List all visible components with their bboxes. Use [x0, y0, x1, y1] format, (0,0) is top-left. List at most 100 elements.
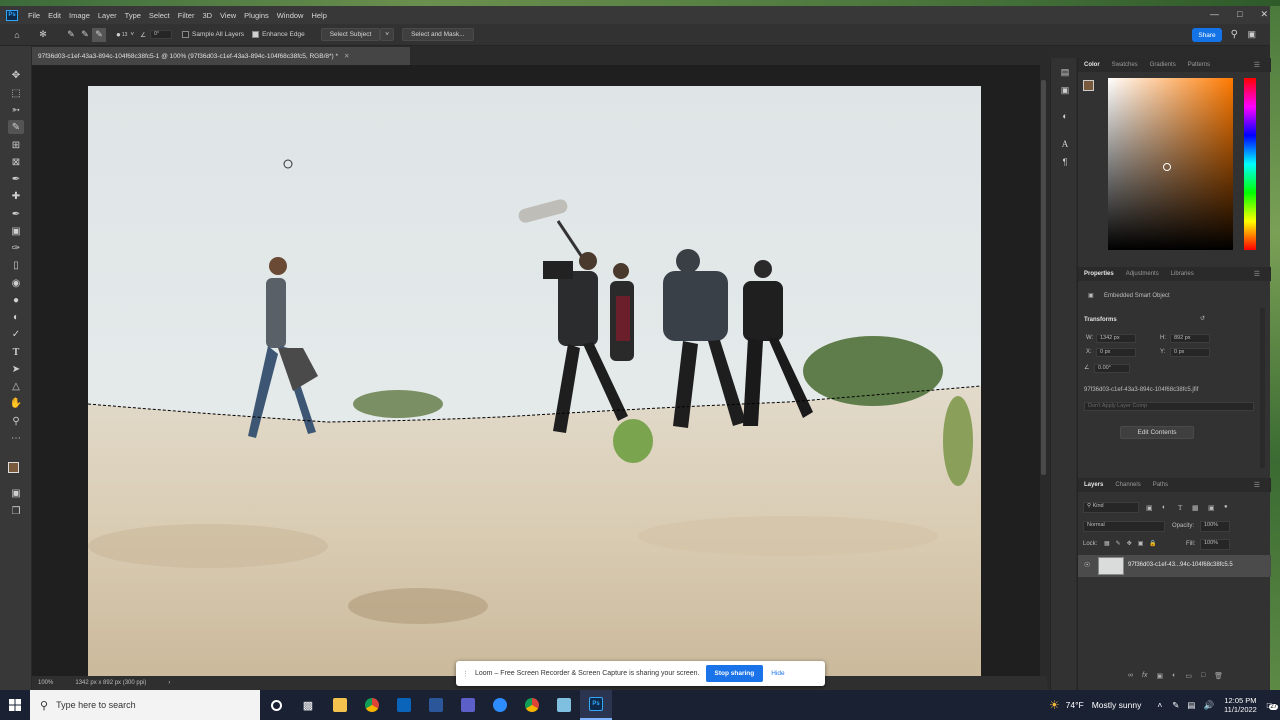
menu-view[interactable]: View	[216, 11, 240, 20]
select-subject-button[interactable]: Select Subject	[320, 28, 381, 41]
paint-bucket-tool-icon[interactable]: ◉	[8, 276, 24, 290]
filter-pixel-icon[interactable]: ▣	[1146, 504, 1153, 512]
task-view-icon[interactable]: ▩	[292, 690, 324, 720]
new-selection-icon[interactable]: ✎	[64, 28, 78, 42]
healing-brush-tool-icon[interactable]: ✚	[8, 189, 24, 203]
enhance-edge-checkbox[interactable]: Enhance Edge	[252, 31, 305, 38]
network-icon[interactable]: ▤	[1187, 700, 1195, 711]
history-brush-tool-icon[interactable]: ✑	[8, 241, 24, 255]
brush-tool-icon[interactable]: ✒	[8, 207, 24, 221]
subtract-from-selection-icon[interactable]: ✎	[92, 27, 106, 42]
tab-color[interactable]: Color	[1078, 62, 1106, 68]
layer-name[interactable]: 97f36d03-c1ef-43...94c-104f68c38fc5.5	[1128, 562, 1233, 568]
color-picker-field[interactable]	[1108, 78, 1233, 250]
tab-channels[interactable]: Channels	[1109, 482, 1146, 488]
weather-text[interactable]: Mostly sunny	[1092, 700, 1142, 710]
taskbar-search-box[interactable]: ⚲ Type here to search	[30, 690, 260, 720]
add-mask-icon[interactable]: ▣	[1156, 672, 1163, 684]
add-to-selection-icon[interactable]: ✎	[78, 28, 92, 42]
foreground-color-swatch[interactable]	[8, 462, 19, 473]
layer-row[interactable]: ☉ 97f36d03-c1ef-43...94c-104f68c38fc5.5	[1078, 555, 1271, 577]
new-group-icon[interactable]: ▭	[1185, 672, 1192, 684]
visibility-eye-icon[interactable]: ☉	[1084, 561, 1090, 569]
brush-size-picker[interactable]: ● 13 ˅	[116, 30, 134, 39]
filter-shape-icon[interactable]: ▦	[1192, 504, 1199, 512]
crop-tool-icon[interactable]: ⊞	[8, 138, 24, 152]
new-layer-icon[interactable]: □	[1201, 672, 1205, 684]
blur-tool-icon[interactable]: ●	[8, 293, 24, 307]
quick-selection-tool-icon[interactable]: ✎	[8, 120, 24, 134]
menu-window[interactable]: Window	[273, 11, 308, 20]
menu-type[interactable]: Type	[121, 11, 145, 20]
menu-layer[interactable]: Layer	[94, 11, 121, 20]
quick-selection-preset-icon[interactable]: ✻	[36, 28, 50, 42]
chrome-icon[interactable]	[356, 690, 388, 720]
menu-select[interactable]: Select	[145, 11, 174, 20]
panel-menu-icon[interactable]: ☰	[1248, 61, 1266, 69]
drag-handle-icon[interactable]: ⋮	[462, 670, 469, 678]
sample-all-layers-checkbox[interactable]: Sample All Layers	[182, 31, 244, 38]
adjustments-panel-icon[interactable]: ◐	[1059, 110, 1071, 122]
panel-menu-icon[interactable]: ☰	[1248, 481, 1266, 489]
filter-type-icon[interactable]: T	[1178, 504, 1182, 512]
teams-icon[interactable]	[452, 690, 484, 720]
tab-swatches[interactable]: Swatches	[1106, 62, 1144, 68]
menu-plugins[interactable]: Plugins	[240, 11, 273, 20]
document-tab[interactable]: 97f36d03-c1ef-43a3-894c-104f68c38fc5-1 @…	[32, 47, 410, 65]
hue-slider[interactable]	[1244, 78, 1256, 250]
blend-mode-select[interactable]: Normal	[1083, 521, 1165, 532]
adjustment-layer-icon[interactable]: ◐	[1172, 672, 1176, 684]
more-tools-icon[interactable]: ⋯	[8, 431, 24, 445]
comments-panel-icon[interactable]: ▣	[1059, 84, 1071, 96]
chevron-right-icon[interactable]: ›	[168, 680, 170, 686]
minimize-icon[interactable]: —	[1210, 9, 1219, 19]
delete-layer-icon[interactable]: 🗑	[1214, 672, 1223, 684]
tab-layers[interactable]: Layers	[1078, 482, 1109, 488]
path-selection-tool-icon[interactable]: ➤	[8, 362, 24, 376]
zoom-level[interactable]: 100%	[38, 680, 53, 686]
panel-menu-icon[interactable]: ☰	[1248, 270, 1266, 278]
menu-file[interactable]: File	[24, 11, 44, 20]
notepad-icon[interactable]	[548, 690, 580, 720]
dodge-tool-icon[interactable]: ◐	[8, 310, 24, 324]
chevron-up-icon[interactable]: ˄	[1157, 700, 1162, 710]
chrome-profile-icon[interactable]	[516, 690, 548, 720]
hand-tool-icon[interactable]: ✋	[8, 396, 24, 410]
move-tool-icon[interactable]: ✥	[8, 68, 24, 82]
tab-paths[interactable]: Paths	[1147, 482, 1174, 488]
menu-image[interactable]: Image	[65, 11, 94, 20]
quick-mask-icon[interactable]: ▣	[8, 486, 24, 500]
properties-scrollbar[interactable]	[1260, 308, 1265, 468]
tab-gradients[interactable]: Gradients	[1144, 62, 1182, 68]
select-and-mask-button[interactable]: Select and Mask...	[402, 28, 474, 41]
history-panel-icon[interactable]: ▤	[1059, 66, 1071, 78]
tab-adjustments[interactable]: Adjustments	[1120, 271, 1165, 277]
workspace-icon[interactable]: ▣	[1247, 29, 1256, 40]
word-icon[interactable]	[420, 690, 452, 720]
weather-temp[interactable]: 74°F	[1066, 700, 1084, 710]
zoom-app-icon[interactable]	[484, 690, 516, 720]
windows-start-icon[interactable]	[0, 690, 30, 720]
link-layers-icon[interactable]: ∞	[1128, 672, 1133, 684]
type-tool-icon[interactable]: T	[8, 345, 24, 359]
pen-icon[interactable]: ✎	[1172, 700, 1179, 711]
home-icon[interactable]: ⌂	[10, 28, 24, 42]
lock-icons[interactable]: ▦✎✥▣🔒	[1104, 540, 1163, 547]
clock[interactable]: 12:05 PM 11/1/2022	[1224, 696, 1257, 714]
zoom-tool-icon[interactable]: ⚲	[8, 414, 24, 428]
menu-filter[interactable]: Filter	[174, 11, 199, 20]
document-canvas-image[interactable]	[88, 86, 981, 678]
photoshop-taskbar-icon[interactable]: Ps	[580, 690, 612, 720]
clone-stamp-tool-icon[interactable]: ▣	[8, 224, 24, 238]
filter-adjustment-icon[interactable]: ◐	[1162, 504, 1166, 511]
tab-properties[interactable]: Properties	[1078, 271, 1120, 277]
rotation-input[interactable]: 0.00°	[1094, 364, 1130, 373]
share-button[interactable]: Share	[1192, 28, 1222, 42]
notification-icon[interactable]: □27	[1267, 700, 1278, 710]
select-subject-dropdown-icon[interactable]: ˅	[380, 28, 395, 41]
character-panel-icon[interactable]: A	[1059, 138, 1071, 150]
weather-icon[interactable]: ☀	[1049, 698, 1060, 712]
shape-tool-icon[interactable]: △	[8, 379, 24, 393]
frame-tool-icon[interactable]: ⊠	[8, 155, 24, 169]
paragraph-panel-icon[interactable]: ¶	[1059, 156, 1071, 168]
